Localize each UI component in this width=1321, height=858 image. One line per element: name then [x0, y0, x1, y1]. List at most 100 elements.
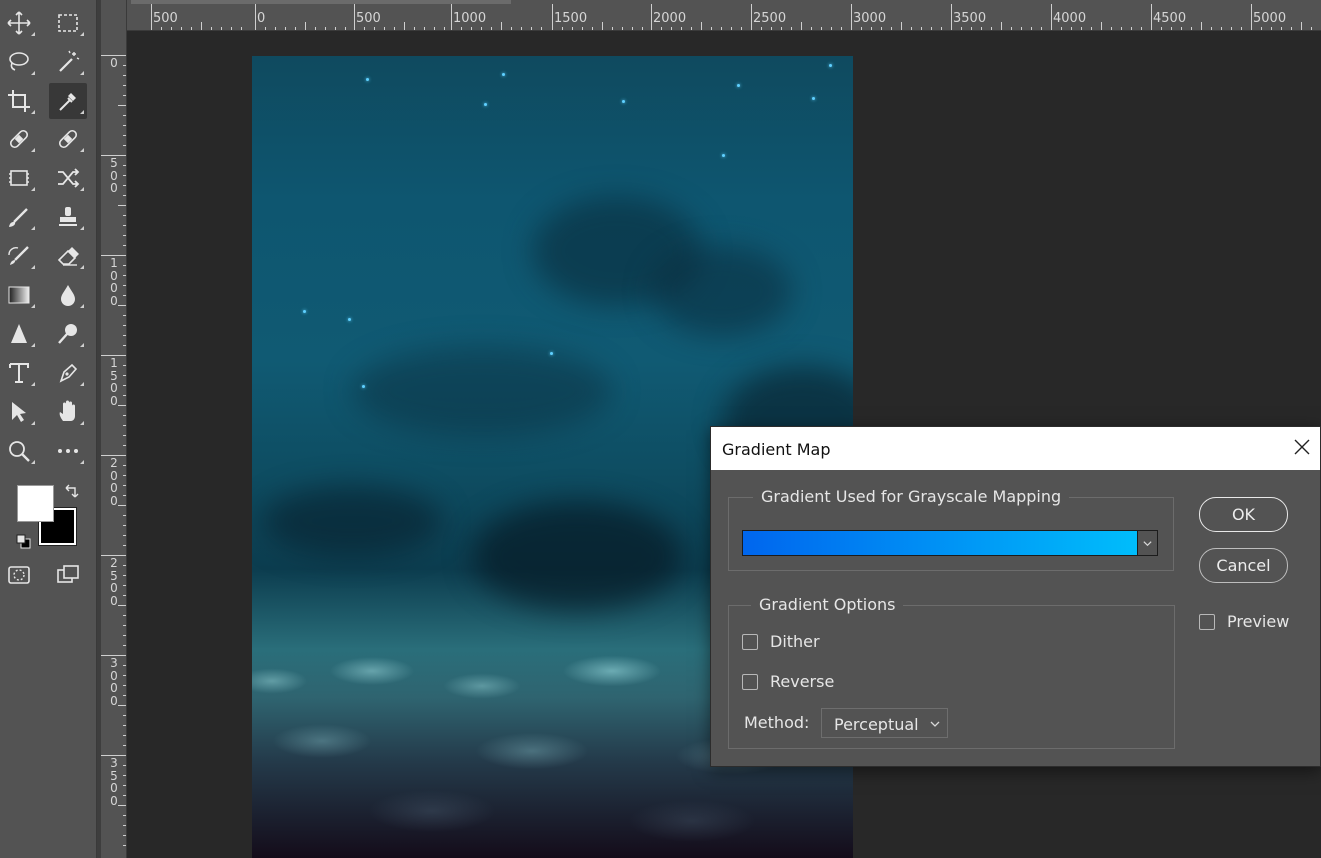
- star: [550, 352, 553, 355]
- eyedropper-icon: [59, 93, 76, 111]
- ruler-major-tick: [851, 4, 852, 30]
- ruler-minor-tick: [118, 405, 126, 406]
- path-selection-tool[interactable]: [0, 394, 38, 430]
- hand-tool[interactable]: [49, 394, 87, 430]
- ruler-origin[interactable]: [101, 0, 127, 31]
- bandage-icon: [58, 129, 78, 149]
- move-icon: [7, 11, 31, 35]
- ruler-label: 4000: [1053, 11, 1087, 26]
- gradient-preview-bar[interactable]: [742, 530, 1138, 556]
- patch-icon: [9, 170, 29, 186]
- star: [502, 73, 505, 76]
- move-tool[interactable]: [0, 5, 38, 41]
- marquee-tool[interactable]: [49, 5, 87, 41]
- ruler-minor-tick: [1101, 22, 1102, 30]
- ruler-minor-tick: [602, 22, 603, 30]
- swap-colors-icon[interactable]: [63, 482, 81, 500]
- lasso-tool[interactable]: [0, 44, 38, 80]
- reverse-checkbox-row[interactable]: Reverse: [742, 672, 834, 691]
- pen-tool[interactable]: [49, 355, 87, 391]
- patch-tool[interactable]: [0, 160, 38, 196]
- method-select[interactable]: Perceptual: [821, 708, 948, 738]
- quick-mask-icon: [8, 566, 30, 584]
- cancel-button[interactable]: Cancel: [1199, 548, 1288, 583]
- zoom-tool[interactable]: [0, 433, 38, 469]
- ruler-minor-tick: [118, 705, 126, 706]
- ruler-minor-tick: [1201, 22, 1202, 30]
- tool-group-indicator: [80, 382, 84, 386]
- tool-group-indicator: [31, 265, 35, 269]
- default-colors-icon[interactable]: [16, 534, 32, 550]
- crop-icon: [8, 90, 30, 112]
- crop-tool[interactable]: [0, 83, 38, 119]
- sharpen-tool[interactable]: [0, 316, 38, 352]
- ruler-major-tick: [151, 4, 152, 30]
- lasso-icon: [9, 52, 29, 71]
- horizontal-ruler: 500 0 500 1000 1500 2000 2500 3000 3500 4000 4500 5…: [101, 0, 1321, 31]
- foreground-color-swatch[interactable]: [17, 485, 54, 522]
- dodge-icon: [58, 324, 77, 344]
- clone-stamp-tool[interactable]: [49, 199, 87, 235]
- tool-group-indicator: [31, 343, 35, 347]
- quick-mask-tool[interactable]: [0, 557, 38, 593]
- content-aware-move-tool[interactable]: [49, 160, 87, 196]
- star: [303, 310, 306, 313]
- tool-group-indicator: [80, 265, 84, 269]
- ruler-minor-tick: [1001, 22, 1002, 30]
- history-brush-tool[interactable]: [0, 238, 38, 274]
- ruler-label: 1000: [110, 256, 118, 308]
- reverse-checkbox[interactable]: [742, 673, 758, 690]
- ruler-minor-tick: [118, 305, 126, 306]
- blur-tool[interactable]: [49, 277, 87, 313]
- magic-wand-tool[interactable]: [49, 44, 87, 80]
- dialog-titlebar[interactable]: Gradient Map: [711, 427, 1320, 470]
- tool-group-indicator: [80, 226, 84, 230]
- dodge-tool[interactable]: [49, 316, 87, 352]
- tool-group-indicator: [80, 187, 84, 191]
- type-tool[interactable]: [0, 355, 38, 391]
- close-icon[interactable]: [1292, 437, 1312, 457]
- preview-checkbox[interactable]: [1199, 613, 1215, 630]
- more-tools[interactable]: [49, 433, 87, 469]
- screen-mode-tool[interactable]: [49, 557, 87, 593]
- dither-checkbox-row[interactable]: Dither: [742, 632, 820, 651]
- star: [366, 78, 369, 81]
- ruler-minor-tick: [118, 105, 126, 106]
- brush-tool[interactable]: [0, 199, 38, 235]
- ruler-major-tick: [651, 4, 652, 30]
- history-brush-icon: [8, 246, 29, 265]
- ruler-minor-tick: [801, 22, 802, 30]
- eraser-tool[interactable]: [49, 238, 87, 274]
- ruler-minor-tick: [118, 205, 126, 206]
- triangle-icon: [11, 324, 27, 343]
- gradient-picker-dropdown[interactable]: [1138, 530, 1158, 556]
- ruler-scroll-indicator: [131, 0, 511, 4]
- ruler-minor-tick: [118, 605, 126, 606]
- spot-healing-tool[interactable]: [0, 121, 38, 157]
- tool-group-indicator: [80, 460, 84, 464]
- star: [348, 318, 351, 321]
- star: [812, 97, 815, 100]
- ruler-minor-tick: [305, 22, 306, 30]
- method-value: Perceptual: [834, 715, 919, 734]
- gradient-tool[interactable]: [0, 277, 38, 313]
- star: [722, 154, 725, 157]
- dither-label: Dither: [770, 632, 820, 651]
- tool-group-indicator: [80, 32, 84, 36]
- dither-checkbox[interactable]: [742, 633, 758, 650]
- ruler-label: 3000: [853, 11, 887, 26]
- ok-button[interactable]: OK: [1199, 497, 1288, 532]
- healing-brush-tool[interactable]: [49, 121, 87, 157]
- ruler-major-tick: [552, 4, 553, 30]
- eraser-icon: [57, 247, 79, 266]
- ellipsis-icon: [58, 449, 78, 453]
- tool-group-indicator: [31, 226, 35, 230]
- stamp-icon: [59, 207, 77, 226]
- ruler-label: 0: [257, 11, 266, 26]
- eyedropper-tool[interactable]: [49, 83, 87, 119]
- sky-cloud: [472, 501, 682, 611]
- sky-cloud: [652, 246, 792, 336]
- preview-checkbox-row[interactable]: Preview: [1199, 612, 1289, 631]
- preview-label: Preview: [1227, 612, 1290, 631]
- chevron-down-icon: [930, 721, 940, 727]
